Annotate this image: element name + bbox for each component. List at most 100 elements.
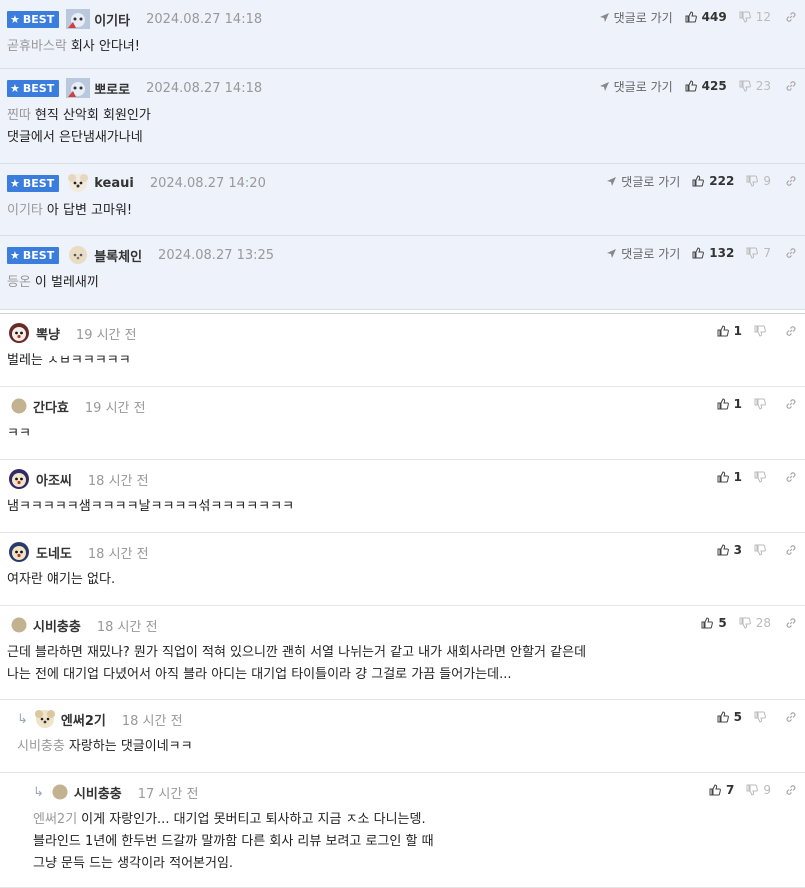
link-icon: [786, 81, 796, 91]
dislike-count: 23: [755, 79, 771, 93]
comment: 아조씨 18 시간 전 1 냄ㅋㅋㅋㅋㅋ샘ㅋㅋㅋㅋ날ㅋㅋㅋㅋ섞ㅋㅋㅋㅋㅋㅋㅋ: [0, 460, 805, 533]
share-link-button[interactable]: [785, 398, 797, 410]
avatar[interactable]: [7, 322, 33, 344]
avatar[interactable]: [7, 541, 33, 563]
like-button[interactable]: 5: [717, 710, 742, 724]
author-nickname[interactable]: 엔써2기: [61, 710, 106, 729]
share-link-button[interactable]: [785, 11, 797, 23]
like-count: 132: [709, 246, 735, 260]
like-button[interactable]: 1: [717, 470, 742, 484]
share-link-button[interactable]: [785, 711, 797, 723]
author-nickname[interactable]: 도네도: [36, 543, 72, 562]
goto-comment-link[interactable]: 댓글로 가기: [599, 78, 673, 95]
comment-time: 19 시간 전: [84, 400, 146, 416]
avatar[interactable]: [7, 468, 33, 490]
comment-body: 엔써2기 이게 자랑인가... 대기업 못버티고 퇴사하고 지금 ㅈ소 다니는뎅.…: [33, 803, 797, 885]
share-link-button[interactable]: [785, 784, 797, 796]
reply-mention[interactable]: 찐따: [7, 108, 31, 123]
share-link-button[interactable]: [785, 325, 797, 337]
author-nickname[interactable]: 뽀로로: [94, 79, 130, 98]
dislike-button[interactable]: 9: [746, 174, 771, 188]
author-nickname[interactable]: 뽁냥: [36, 324, 60, 343]
thumbs-down-icon: [746, 784, 759, 796]
comment-body: 시비충충 자랑하는 댓글이네ㅋㅋ: [17, 730, 797, 768]
like-button[interactable]: 7: [709, 783, 734, 797]
like-button[interactable]: 132: [692, 246, 734, 260]
dislike-count: 12: [755, 10, 771, 24]
thumbs-down-icon: [754, 398, 766, 410]
comment-text: 냄ㅋㅋㅋㅋㅋ샘ㅋㅋㅋㅋ날ㅋㅋㅋㅋ섞ㅋㅋㅋㅋㅋㅋㅋ: [7, 499, 295, 514]
goto-comment-link[interactable]: 댓글로 가기: [606, 173, 680, 190]
like-button[interactable]: 3: [717, 543, 742, 557]
comment-body: 벌레는 ㅅㅂㅋㅋㅋㅋㅋ: [7, 344, 797, 382]
dislike-button[interactable]: [754, 398, 771, 410]
link-icon: [786, 712, 796, 722]
like-button[interactable]: 222: [692, 174, 734, 188]
dislike-button[interactable]: [754, 544, 771, 556]
reply-mention[interactable]: 등온: [7, 275, 31, 290]
best-comment: ★ BEST 이기타 2024.08.27 14:18 댓글로 가기 449 12…: [0, 0, 805, 69]
like-button[interactable]: 449: [685, 10, 727, 24]
comment-time: 18 시간 전: [96, 619, 158, 635]
reply-mention[interactable]: 시비충충: [17, 739, 65, 754]
goto-comment-link[interactable]: 댓글로 가기: [599, 9, 673, 26]
thumbs-up-icon: [685, 80, 697, 92]
reply-mention[interactable]: 엔써2기: [33, 812, 77, 827]
share-link-button[interactable]: [785, 175, 797, 187]
avatar[interactable]: [52, 784, 68, 800]
comment-text: 벌레는 ㅅㅂㅋㅋㅋㅋㅋ: [7, 353, 131, 368]
avatar[interactable]: [65, 244, 91, 266]
author-nickname[interactable]: 간다효: [33, 397, 69, 416]
author-nickname[interactable]: 이기타: [94, 10, 130, 29]
avatar[interactable]: [65, 8, 91, 30]
comment-text: 회사 안다녀!: [70, 39, 140, 54]
dislike-button[interactable]: 28: [739, 616, 771, 630]
author-nickname[interactable]: 블록체인: [94, 246, 142, 265]
comment-time: 18 시간 전: [121, 713, 183, 729]
share-link-button[interactable]: [785, 471, 797, 483]
author-nickname[interactable]: 시비충충: [74, 783, 122, 802]
goto-comment-link[interactable]: 댓글로 가기: [606, 245, 680, 262]
dislike-button[interactable]: [754, 471, 771, 483]
avatar[interactable]: [65, 172, 91, 194]
share-link-button[interactable]: [785, 544, 797, 556]
thumbs-up-icon: [717, 325, 729, 337]
avatar[interactable]: [11, 398, 27, 414]
reply-mention[interactable]: 곧휴바스락: [7, 39, 67, 54]
like-count: 1: [733, 397, 742, 411]
share-link-button[interactable]: [785, 617, 797, 629]
dislike-button[interactable]: 9: [746, 783, 771, 797]
dislike-button[interactable]: 7: [746, 246, 771, 260]
like-count: 7: [726, 783, 735, 797]
thumbs-down-icon: [739, 80, 751, 92]
like-button[interactable]: 1: [717, 397, 742, 411]
comment-time: 19 시간 전: [75, 327, 137, 343]
like-button[interactable]: 5: [701, 616, 727, 630]
comment-time: 18 시간 전: [87, 546, 149, 562]
dislike-button[interactable]: [754, 711, 771, 723]
dislike-button[interactable]: 12: [739, 10, 771, 24]
share-link-button[interactable]: [785, 80, 797, 92]
like-button[interactable]: 1: [717, 324, 742, 338]
best-comment-list: ★ BEST 이기타 2024.08.27 14:18 댓글로 가기 449 12…: [0, 0, 805, 310]
like-button[interactable]: 425: [685, 79, 727, 93]
author-nickname[interactable]: 시비충충: [33, 616, 81, 635]
dislike-button[interactable]: [754, 325, 771, 337]
avatar[interactable]: [11, 617, 27, 633]
best-comment: ★ BEST 블록체인 2024.08.27 13:25 댓글로 가기 132 7…: [0, 236, 805, 310]
share-link-button[interactable]: [785, 247, 797, 259]
author-nickname[interactable]: 아조씨: [36, 470, 72, 489]
dislike-button[interactable]: 23: [739, 79, 771, 93]
like-count: 5: [733, 710, 742, 724]
comment-text: 자랑하는 댓글이네ㅋㅋ: [68, 739, 193, 754]
comment-text: 여자란 얘기는 없다.: [7, 572, 116, 587]
best-badge: ★ BEST: [7, 79, 60, 97]
avatar[interactable]: [65, 77, 91, 99]
comment-body: 근데 블라하면 재밌나? 뭔가 직업이 적혀 있으니깐 괜히 서열 나뉘는거 같…: [7, 636, 797, 696]
avatar[interactable]: [32, 708, 58, 730]
star-icon: ★: [10, 81, 20, 95]
comment-text: 아 답변 고마워!: [46, 203, 133, 218]
author-nickname[interactable]: keaui: [94, 176, 134, 191]
comment-time: 18 시간 전: [87, 473, 149, 489]
reply-mention[interactable]: 이기타: [7, 203, 43, 218]
